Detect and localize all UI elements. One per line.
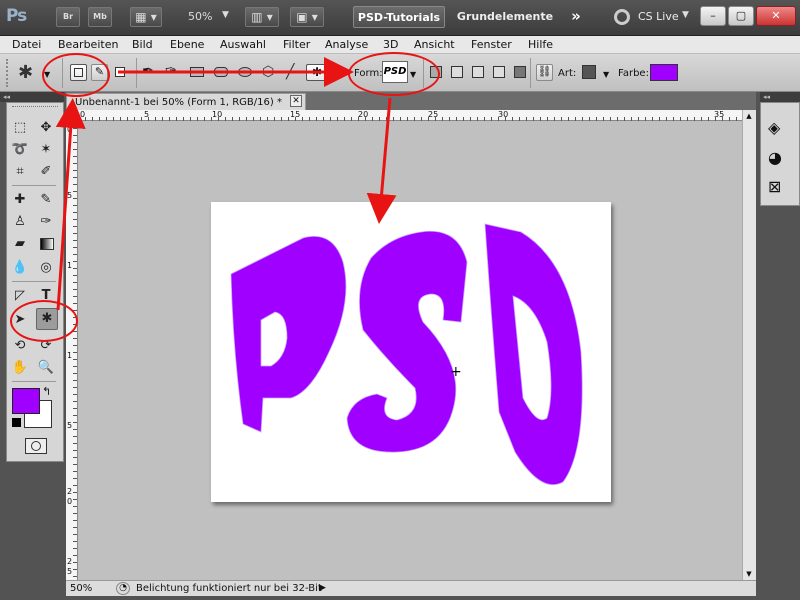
annotation-arrow (366, 97, 397, 224)
annotation-arrows (55, 57, 397, 311)
photoshop-window: Ps Br Mb ▦ ▾ 50% ▼ ▥ ▾ ▣ ▾ PSD-Tutorials… (0, 0, 800, 600)
annotation-arrow (55, 98, 86, 311)
